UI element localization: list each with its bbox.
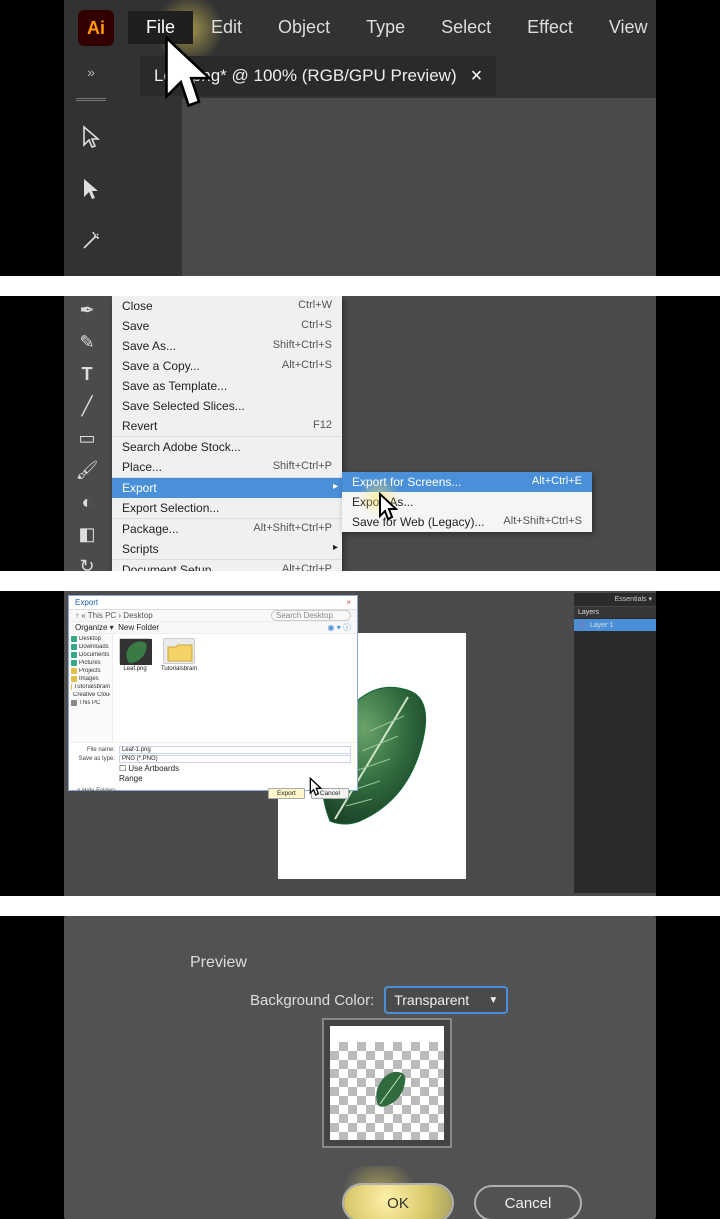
curvature-tool-icon[interactable]: ✎ bbox=[79, 332, 94, 354]
menu-item-save-a-copy[interactable]: Save a Copy...Alt+Ctrl+S bbox=[112, 356, 342, 376]
background-color-select[interactable]: Transparent ▼ bbox=[384, 986, 508, 1014]
tree-item[interactable]: Projects bbox=[71, 668, 110, 674]
organize-button[interactable]: Organize ▾ bbox=[75, 623, 114, 632]
document-tab[interactable]: Leaf.png* @ 100% (RGB/GPU Preview) × bbox=[140, 56, 496, 96]
layers-panel-tab[interactable]: Layers bbox=[574, 607, 656, 619]
expand-tools-icon[interactable]: » bbox=[87, 64, 95, 80]
use-artboards-checkbox[interactable]: ☐ Use Artboards bbox=[119, 764, 179, 773]
filename-input[interactable]: Leaf-1.png bbox=[119, 746, 351, 754]
cancel-button[interactable]: Cancel bbox=[311, 788, 349, 799]
file-thumbnail[interactable]: Leaf.png bbox=[117, 638, 153, 672]
menu-type[interactable]: Type bbox=[348, 11, 423, 44]
app-logo: Ai bbox=[78, 10, 114, 46]
menu-edit[interactable]: Edit bbox=[193, 11, 260, 44]
tab-close-icon[interactable]: × bbox=[471, 65, 483, 88]
range-option[interactable]: Range bbox=[119, 774, 143, 783]
export-button[interactable]: Export bbox=[268, 788, 305, 799]
tree-item[interactable]: This PC bbox=[71, 700, 110, 706]
tree-item[interactable]: Images bbox=[71, 676, 110, 682]
file-listing: Leaf.pngTutorialsbrain bbox=[113, 634, 357, 742]
menu-object[interactable]: Object bbox=[260, 11, 348, 44]
menu-item-place[interactable]: Place...Shift+Ctrl+P bbox=[112, 457, 342, 478]
tool-panel-grip bbox=[76, 98, 106, 102]
menu-item-package[interactable]: Package...Alt+Shift+Ctrl+P bbox=[112, 519, 342, 539]
search-input[interactable]: Search Desktop bbox=[271, 610, 351, 621]
menu-item-revert[interactable]: RevertF12 bbox=[112, 416, 342, 437]
menu-item-close[interactable]: CloseCtrl+W bbox=[112, 296, 342, 316]
layer-name: Layer 1 bbox=[590, 622, 613, 629]
file-thumbnail[interactable]: Tutorialsbrain bbox=[161, 638, 197, 672]
menu-item-export[interactable]: Export bbox=[112, 478, 342, 498]
dialog-title: Export bbox=[75, 598, 98, 607]
menu-item-search-adobe-stock[interactable]: Search Adobe Stock... bbox=[112, 437, 342, 457]
right-panels: Essentials ▾ Layers Layer 1 bbox=[574, 593, 656, 893]
line-tool-icon[interactable]: ╱ bbox=[82, 396, 93, 418]
dialog-close-icon[interactable]: × bbox=[346, 598, 351, 607]
tree-item[interactable]: Pictures bbox=[71, 660, 110, 666]
tab-title: Leaf.png* @ 100% (RGB/GPU Preview) bbox=[154, 66, 457, 86]
menu-file[interactable]: File bbox=[128, 11, 193, 44]
export-dialog: Export × ↑ « This PC › Desktop Search De… bbox=[68, 595, 358, 791]
menu-item-save[interactable]: SaveCtrl+S bbox=[112, 316, 342, 336]
type-tool-icon[interactable]: T bbox=[82, 364, 93, 386]
tools-panel: » bbox=[68, 56, 114, 276]
tree-item[interactable]: Tutorialsbrain bbox=[71, 684, 110, 690]
menu-item-scripts[interactable]: Scripts bbox=[112, 539, 342, 560]
chevron-down-icon: ▼ bbox=[488, 995, 498, 1006]
saveastype-label: Save as type: bbox=[75, 756, 115, 762]
background-color-label: Background Color: bbox=[250, 992, 374, 1009]
tree-item[interactable]: Desktop bbox=[71, 636, 110, 642]
highlight-spot bbox=[358, 476, 400, 518]
menu-item-export-selection[interactable]: Export Selection... bbox=[112, 498, 342, 519]
preview-thumbnail bbox=[322, 1018, 452, 1148]
leaf-preview-icon bbox=[372, 1068, 408, 1108]
eraser-tool-icon[interactable]: ◧ bbox=[78, 524, 95, 546]
tree-item[interactable]: Documents bbox=[71, 652, 110, 658]
tree-item[interactable]: Creative Cloud Fi bbox=[71, 692, 110, 698]
file-dropdown-menu: CloseCtrl+WSaveCtrl+SSave As...Shift+Ctr… bbox=[112, 296, 342, 571]
layer-color-swatch bbox=[578, 621, 586, 629]
background-color-value: Transparent bbox=[394, 992, 469, 1008]
layer-row[interactable]: Layer 1 bbox=[574, 619, 656, 632]
selection-tool-icon[interactable] bbox=[81, 120, 101, 154]
tools-panel-2: ✒ ✎ T ╱ ▭ 🖌 ◐ ◧ ↻ ⤢ ⚹ ⬔ ⬗ bbox=[68, 300, 106, 571]
view-options-icon[interactable]: ◉ ▾ ⓘ bbox=[328, 622, 351, 633]
menu-item-save-selected-slices[interactable]: Save Selected Slices... bbox=[112, 396, 342, 416]
menu-item-document-setup[interactable]: Document Setup...Alt+Ctrl+P bbox=[112, 560, 342, 571]
menu-effect[interactable]: Effect bbox=[509, 11, 591, 44]
menu-item-save-as[interactable]: Save As...Shift+Ctrl+S bbox=[112, 336, 342, 356]
menu-item-save-as-template[interactable]: Save as Template... bbox=[112, 376, 342, 396]
direct-selection-tool-icon[interactable] bbox=[81, 172, 101, 206]
rectangle-tool-icon[interactable]: ▭ bbox=[78, 428, 95, 450]
folder-tree: Desktop Downloads Documents Pictures Project… bbox=[69, 634, 113, 742]
saveastype-select[interactable]: PNG (*.PNG) bbox=[119, 755, 351, 763]
pen-tool-icon[interactable]: ✒ bbox=[79, 300, 94, 322]
menu-view[interactable]: View bbox=[591, 11, 666, 44]
preview-section-title: Preview bbox=[190, 954, 247, 972]
breadcrumb[interactable]: ↑ « This PC › Desktop bbox=[75, 611, 153, 620]
filename-label: File name: bbox=[75, 747, 115, 753]
menu-select[interactable]: Select bbox=[423, 11, 509, 44]
canvas-area bbox=[182, 98, 656, 276]
magic-wand-tool-icon[interactable] bbox=[80, 224, 102, 258]
brush-tool-icon[interactable]: 🖌 bbox=[76, 460, 99, 482]
workspace-selector[interactable]: Essentials ▾ bbox=[574, 593, 656, 607]
shaper-tool-icon[interactable]: ◐ bbox=[82, 492, 93, 514]
tree-item[interactable]: Downloads bbox=[71, 644, 110, 650]
rotate-tool-icon[interactable]: ↻ bbox=[79, 556, 94, 571]
menu-bar: File Edit Object Type Select Effect View bbox=[128, 10, 666, 44]
new-folder-button[interactable]: New Folder bbox=[118, 623, 159, 632]
hide-folders-toggle[interactable]: ˅ Hide Folders bbox=[77, 788, 116, 799]
